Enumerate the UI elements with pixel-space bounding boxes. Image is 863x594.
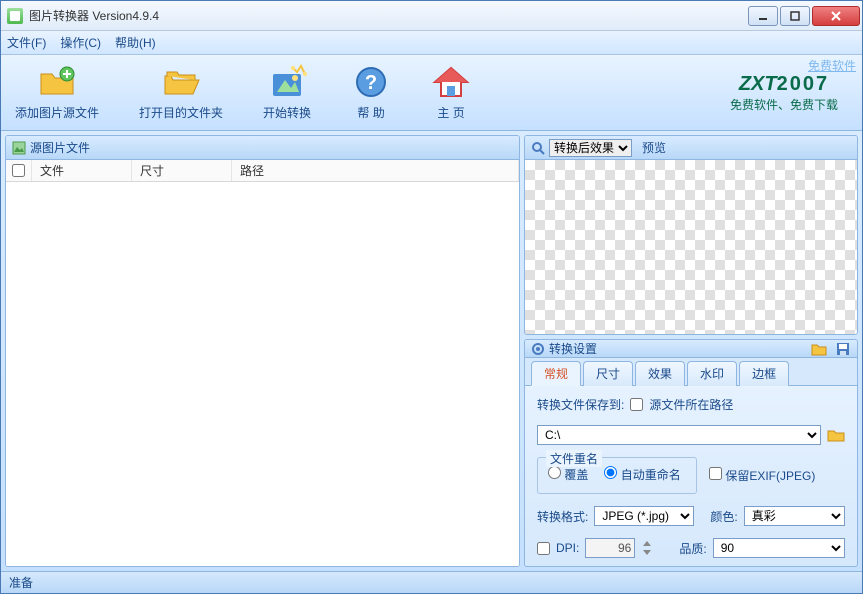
toolbar: 免费软件 添加图片源文件 打开目的文件夹 开始转换 ? 帮 助 [1, 55, 862, 131]
menu-help[interactable]: 帮助(H) [115, 34, 156, 51]
format-select[interactable]: JPEG (*.jpg) [594, 506, 694, 526]
menu-file[interactable]: 文件(F) [7, 34, 46, 51]
settings-tabs: 常规 尺寸 效果 水印 边框 [525, 358, 857, 386]
source-path-checkbox[interactable] [630, 398, 643, 411]
add-source-label: 添加图片源文件 [15, 104, 99, 121]
overwrite-radio[interactable] [548, 466, 561, 479]
quality-label: 品质: [679, 540, 706, 557]
folder-open-icon [161, 64, 201, 100]
logo-area: ZXT2007 免费软件、免费下载 [730, 73, 848, 113]
autorename-radio[interactable] [604, 466, 617, 479]
preview-label: 预览 [642, 139, 666, 156]
start-convert-label: 开始转换 [263, 104, 311, 121]
rename-fieldset: 文件重名 覆盖 自动重命名 [537, 457, 697, 494]
window-title: 图片转换器 Version4.9.4 [29, 7, 748, 24]
source-table-body [6, 182, 519, 566]
open-dest-label: 打开目的文件夹 [139, 104, 223, 121]
keep-exif-checkbox[interactable] [709, 467, 722, 480]
open-dest-button[interactable]: 打开目的文件夹 [139, 64, 223, 121]
app-window: 图片转换器 Version4.9.4 文件(F) 操作(C) 帮助(H) 免费软… [0, 0, 863, 594]
source-pane-title: 源图片文件 [30, 139, 90, 156]
path-row: C:\ [537, 425, 845, 445]
convert-icon [267, 64, 307, 100]
autorename-option[interactable]: 自动重命名 [604, 466, 680, 483]
dpi-quality-row: DPI: 品质: 90 [537, 538, 845, 558]
magnifier-icon [531, 141, 545, 155]
brand-sub: 免费软件、免费下载 [730, 96, 838, 113]
source-files-pane: 源图片文件 文件 尺寸 路径 [5, 135, 520, 567]
close-button[interactable] [812, 6, 860, 26]
maximize-button[interactable] [780, 6, 810, 26]
settings-header: 转换设置 [525, 340, 857, 358]
picture-icon [12, 141, 26, 155]
tab-size[interactable]: 尺寸 [583, 361, 633, 386]
col-file[interactable]: 文件 [32, 160, 132, 181]
color-label: 颜色: [710, 508, 737, 525]
tab-watermark[interactable]: 水印 [687, 361, 737, 386]
col-path[interactable]: 路径 [232, 160, 519, 181]
save-path-select[interactable]: C:\ [537, 425, 821, 445]
save-to-row: 转换文件保存到: 源文件所在路径 [537, 396, 845, 413]
overwrite-option[interactable]: 覆盖 [548, 466, 588, 483]
tab-content-general: 转换文件保存到: 源文件所在路径 C:\ 文件重名 [525, 386, 857, 567]
gear-icon [531, 342, 545, 356]
folder-plus-icon [37, 64, 77, 100]
help-icon: ? [351, 64, 391, 100]
rename-legend: 文件重名 [546, 450, 602, 467]
svg-text:?: ? [365, 72, 377, 94]
preview-mode-select[interactable]: 转换后效果 [549, 139, 632, 157]
start-convert-button[interactable]: 开始转换 [263, 64, 311, 121]
home-button[interactable]: 主 页 [431, 64, 471, 121]
tab-border[interactable]: 边框 [739, 361, 789, 386]
add-source-button[interactable]: 添加图片源文件 [15, 64, 99, 121]
minimize-button[interactable] [748, 6, 778, 26]
right-pane: 转换后效果 预览 转换设置 常规 尺寸 效果 [524, 135, 858, 567]
format-label: 转换格式: [537, 508, 588, 525]
tab-general[interactable]: 常规 [531, 361, 581, 386]
col-size[interactable]: 尺寸 [132, 160, 232, 181]
dpi-spinner-icon[interactable] [641, 539, 653, 557]
titlebar: 图片转换器 Version4.9.4 [1, 1, 862, 31]
save-settings-icon[interactable] [835, 341, 851, 357]
keep-exif-option[interactable]: 保留EXIF(JPEG) [709, 467, 815, 484]
help-label: 帮 助 [357, 104, 384, 121]
color-select[interactable]: 真彩 [744, 506, 845, 526]
source-pane-header: 源图片文件 [6, 136, 519, 160]
settings-title: 转换设置 [549, 340, 597, 357]
dpi-checkbox[interactable] [537, 542, 550, 555]
home-icon [431, 64, 471, 100]
settings-pane: 转换设置 常规 尺寸 效果 水印 边框 转换文件保存到: 源 [524, 339, 858, 567]
tab-effect[interactable]: 效果 [635, 361, 685, 386]
home-label: 主 页 [437, 104, 464, 121]
dpi-label: DPI: [556, 541, 579, 555]
browse-folder-icon[interactable] [827, 427, 845, 443]
content-area: 源图片文件 文件 尺寸 路径 转换后效果 预览 [1, 131, 862, 571]
brand-logo: ZXT2007 [730, 73, 838, 96]
quality-select[interactable]: 90 [713, 538, 845, 558]
preview-header: 转换后效果 预览 [525, 136, 857, 160]
source-table-header: 文件 尺寸 路径 [6, 160, 519, 182]
menu-operate[interactable]: 操作(C) [60, 34, 101, 51]
open-settings-icon[interactable] [811, 341, 827, 357]
help-button[interactable]: ? 帮 助 [351, 64, 391, 121]
format-color-row: 转换格式: JPEG (*.jpg) 颜色: 真彩 [537, 506, 845, 526]
col-checkbox [6, 160, 32, 181]
rename-exif-row: 文件重名 覆盖 自动重命名 保留EXIF(JPEG) [537, 457, 845, 494]
statusbar: 准备 [1, 571, 862, 593]
free-software-link[interactable]: 免费软件 [808, 57, 856, 74]
preview-pane: 转换后效果 预览 [524, 135, 858, 335]
dpi-input[interactable] [585, 538, 635, 558]
status-text: 准备 [9, 574, 33, 591]
menubar: 文件(F) 操作(C) 帮助(H) [1, 31, 862, 55]
save-to-label: 转换文件保存到: [537, 396, 624, 413]
preview-canvas [525, 160, 857, 334]
app-icon [7, 8, 23, 24]
window-controls [748, 6, 860, 26]
select-all-checkbox[interactable] [12, 164, 25, 177]
source-path-label: 源文件所在路径 [649, 396, 733, 413]
